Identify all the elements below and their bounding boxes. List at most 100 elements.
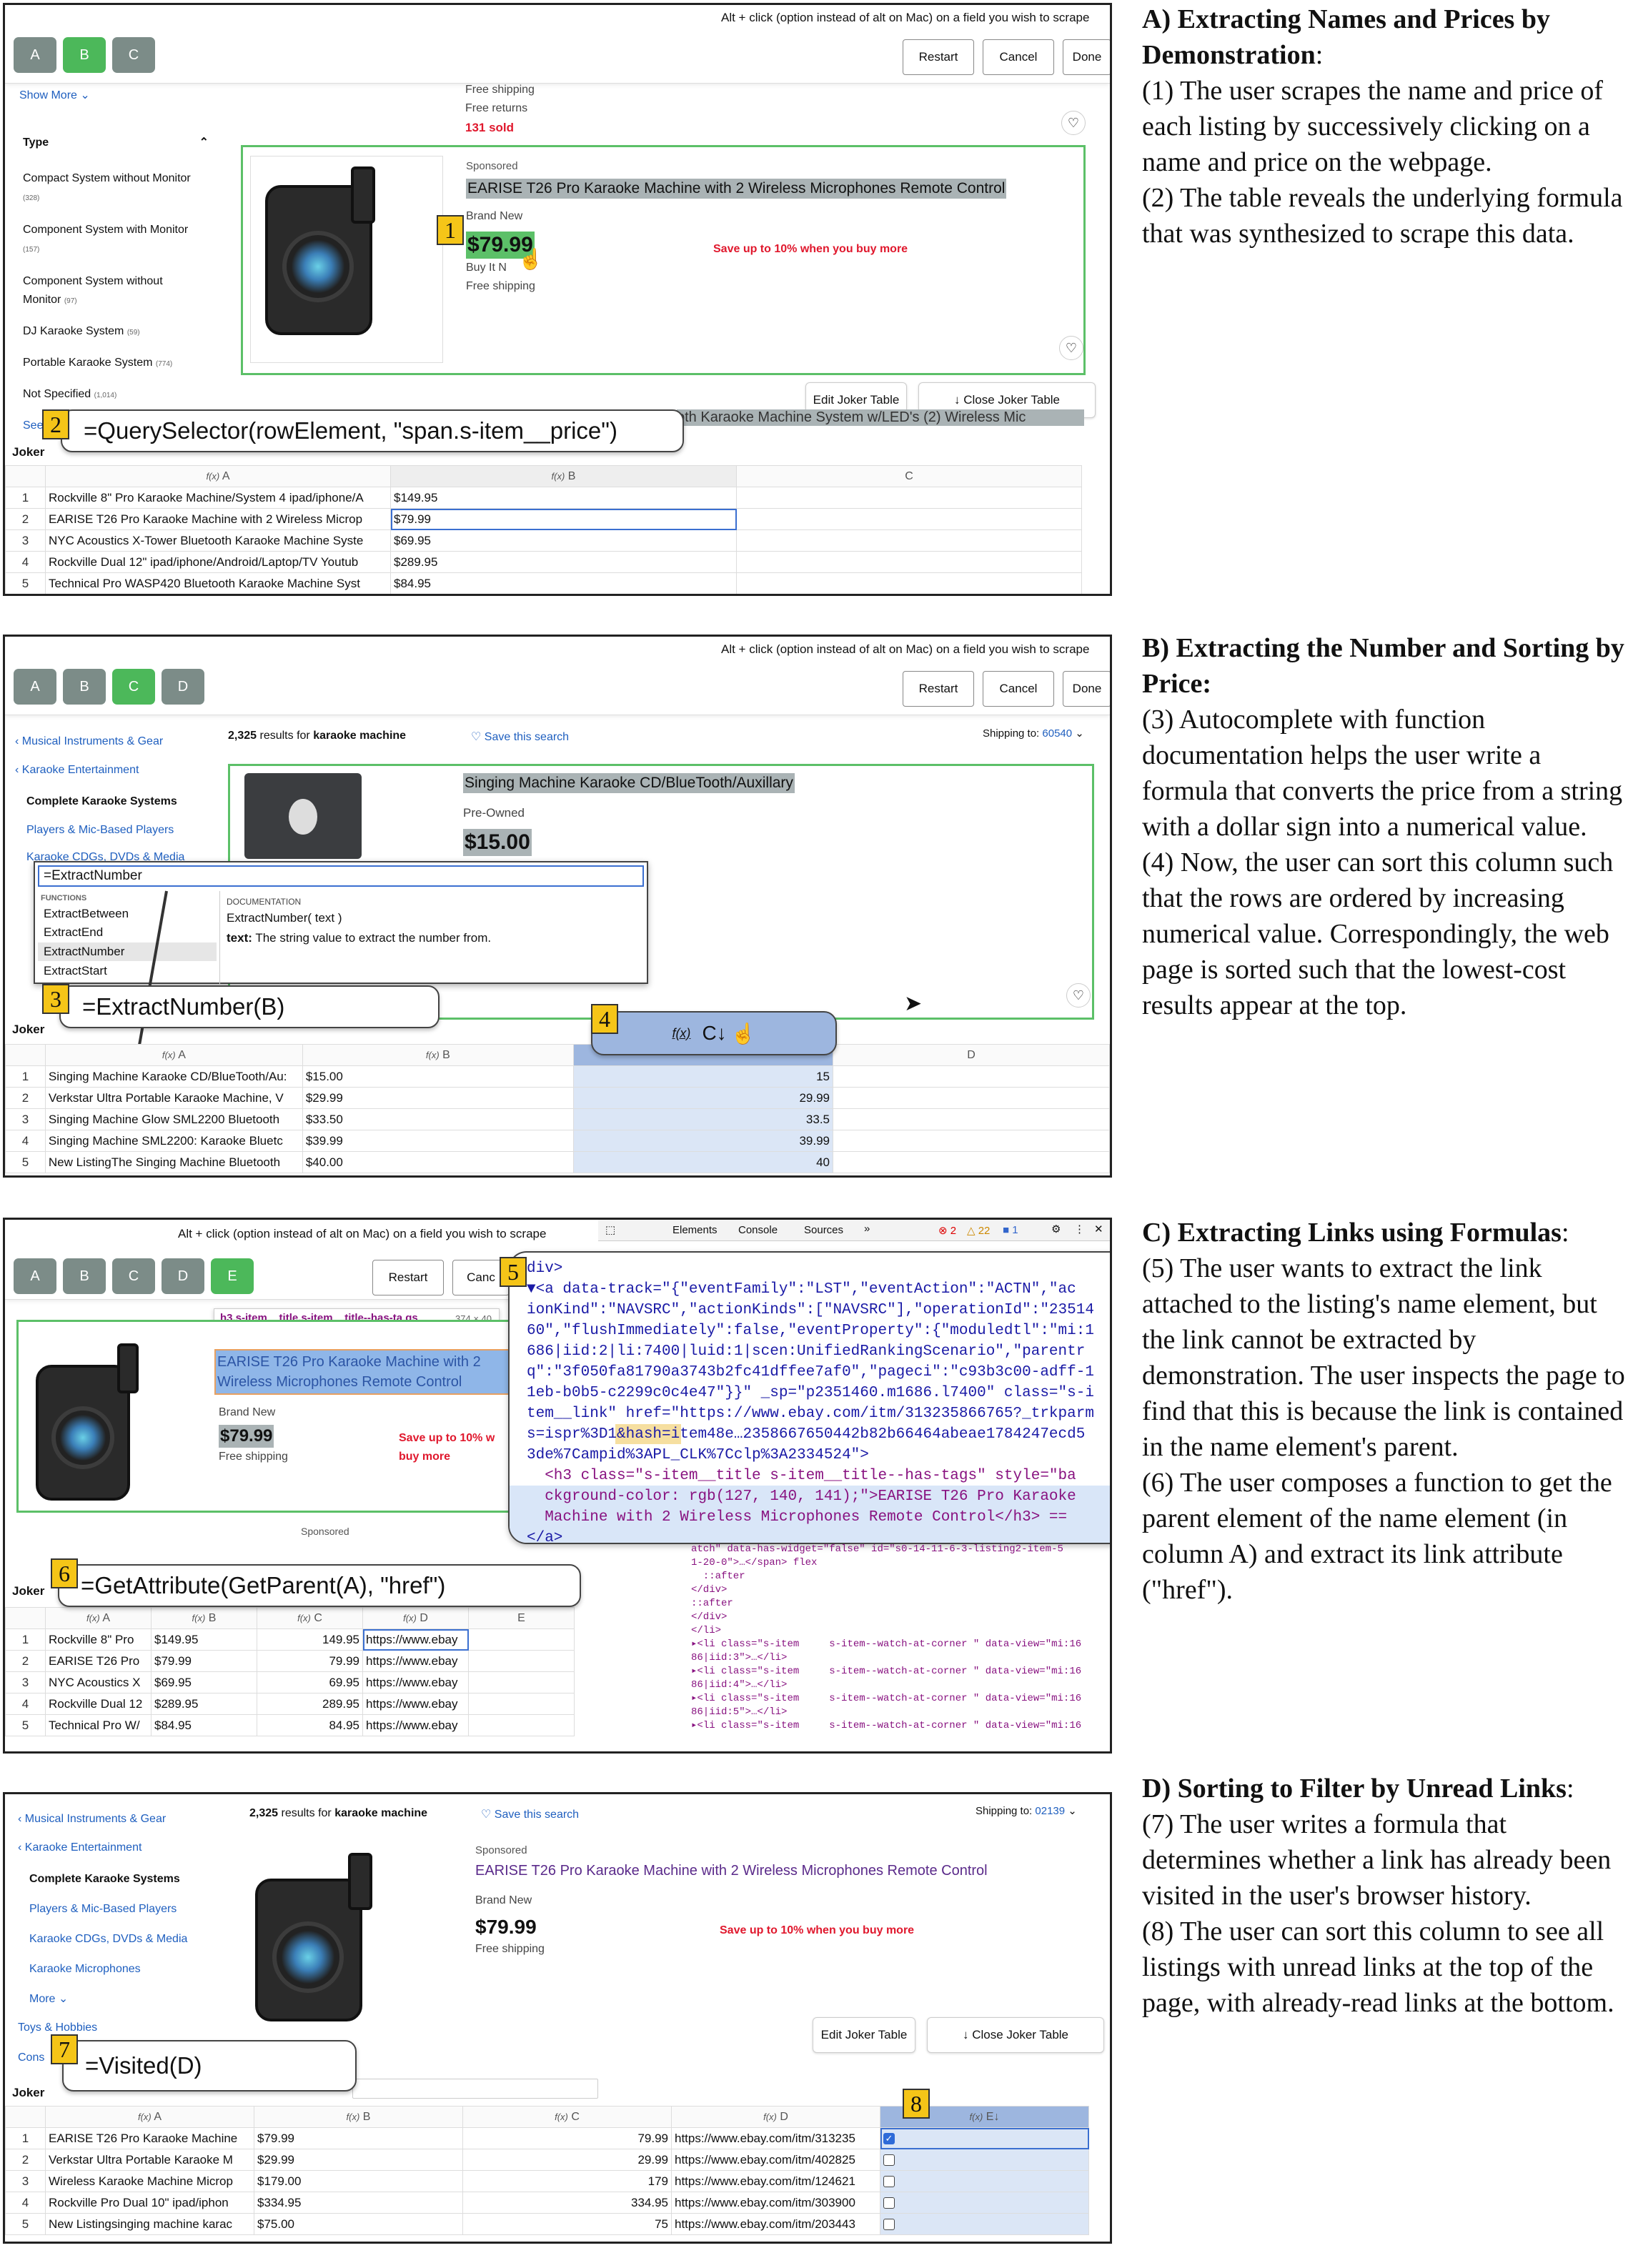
table-row[interactable]: 5 New Listingsinging machine karac $75.00 7… xyxy=(5,2213,1089,2235)
column-header-e[interactable]: E xyxy=(468,1607,575,1629)
cell[interactable]: Technical Pro WASP420 Bluetooth Karaoke … xyxy=(45,572,391,594)
filter-item[interactable]: Not Specified (1,014) xyxy=(23,385,223,405)
column-header-b[interactable]: f(x) B xyxy=(254,2106,463,2128)
save-search-link[interactable]: ♡ Save this search xyxy=(471,730,569,744)
cell[interactable]: NYC Acoustics X-Tower Bluetooth Karaoke … xyxy=(45,529,391,552)
nav-link[interactable]: ‹ Musical Instruments & Gear xyxy=(15,732,223,751)
nav-link[interactable]: ‹ Karaoke Entertainment xyxy=(15,761,223,780)
nav-link[interactable]: Toys & Hobbies xyxy=(18,2019,223,2037)
cell[interactable]: EARISE T26 Pro Karaoke Machine xyxy=(45,2127,254,2149)
listing-card[interactable]: EARISE T26 Pro Karaoke Machine with 2 Wir… xyxy=(16,1320,588,1513)
column-header-d[interactable]: D xyxy=(833,1044,1110,1066)
cell-selected[interactable]: https://www.ebay xyxy=(362,1628,469,1651)
cell[interactable]: $79.99 xyxy=(151,1650,257,1672)
cell[interactable]: $29.99 xyxy=(302,1087,574,1109)
tab-b[interactable]: B xyxy=(63,1258,106,1294)
table-row[interactable]: 2 EARISE T26 Pro Karaoke Machine with 2 W… xyxy=(5,508,1082,530)
restart-button[interactable]: Restart xyxy=(903,671,974,707)
cancel-button[interactable]: Cancel xyxy=(983,671,1054,707)
tab-a[interactable]: A xyxy=(14,669,56,705)
cell[interactable]: https://www.ebay.com/itm/313235 xyxy=(671,2127,880,2149)
formula-bar[interactable]: =ExtractNumber(B) xyxy=(59,985,440,1028)
function-option[interactable]: ExtractStart xyxy=(44,964,107,978)
tab-c[interactable]: C xyxy=(112,37,155,73)
cell[interactable]: New ListingThe Singing Machine Bluetooth xyxy=(44,1151,303,1173)
table-row[interactable]: 1 Singing Machine Karaoke CD/BlueTooth/Au… xyxy=(5,1065,1110,1088)
cell[interactable]: $149.95 xyxy=(390,487,737,509)
cell[interactable] xyxy=(468,1671,575,1693)
cell[interactable] xyxy=(468,1628,575,1651)
watch-heart-icon[interactable]: ♡ xyxy=(1066,983,1091,1008)
column-header-d[interactable]: f(x) D xyxy=(362,1607,469,1629)
formula-bar[interactable]: =GetAttribute(GetParent(A), "href") xyxy=(58,1564,581,1607)
cell[interactable] xyxy=(468,1650,575,1672)
listing-title[interactable]: EARISE T26 Pro Karaoke Machine with 2 Wir… xyxy=(214,1349,539,1395)
cell[interactable]: $69.95 xyxy=(151,1671,257,1693)
cell[interactable]: $40.00 xyxy=(302,1151,574,1173)
cell[interactable]: https://www.ebay.com/itm/303900 xyxy=(671,2192,880,2214)
filter-item[interactable]: DJ Karaoke System (59) xyxy=(23,322,223,342)
cell[interactable]: Rockville Dual 12" ipad/iphone/Android/L… xyxy=(45,551,391,573)
tab-c[interactable]: C xyxy=(112,1258,155,1294)
visited-checkbox[interactable] xyxy=(883,2197,895,2209)
devtools-tab[interactable]: » xyxy=(864,1223,870,1235)
cell[interactable]: https://www.ebay xyxy=(362,1671,469,1693)
show-more-link[interactable]: Show More ⌄ xyxy=(19,88,90,102)
listing-title[interactable]: EARISE T26 Pro Karaoke Machine with 2 Wi… xyxy=(466,179,1007,199)
cell[interactable]: Rockville Pro Dual 10" ipad/iphon xyxy=(45,2192,254,2214)
formula-bar[interactable]: =Visited(D) xyxy=(62,2040,357,2092)
nav-link[interactable]: Players & Mic-Based Players xyxy=(29,1900,223,1919)
cell[interactable]: ✓ xyxy=(880,2127,1089,2149)
cell[interactable]: Wireless Karaoke Machine Microp xyxy=(45,2170,254,2192)
cell[interactable]: Verkstar Ultra Portable Karaoke Machine,… xyxy=(44,1087,303,1109)
table-row[interactable]: 1 Rockville 8" Pro Karaoke Machine/System… xyxy=(5,487,1082,509)
listing-price[interactable]: $79.99 xyxy=(475,1916,537,1939)
filter-item[interactable]: Component System with Monitor (157) xyxy=(23,221,194,259)
cell-selected[interactable]: $79.99 xyxy=(390,508,737,530)
cell[interactable]: 79.99 xyxy=(257,1650,363,1672)
done-button[interactable]: Done xyxy=(1063,39,1110,75)
devtools-tab[interactable]: Console xyxy=(738,1224,778,1236)
cell[interactable]: 40 xyxy=(572,1151,834,1173)
cell[interactable]: 33.5 xyxy=(572,1108,834,1130)
cell[interactable] xyxy=(736,508,1082,530)
devtools-tab[interactable]: Elements xyxy=(672,1224,718,1236)
autocomplete-input[interactable]: =ExtractNumber xyxy=(38,865,644,887)
devtools-tab[interactable]: Sources xyxy=(804,1224,843,1236)
edit-joker-table-button[interactable]: Edit Joker Table xyxy=(813,2017,915,2053)
close-joker-table-button[interactable]: ↓ Close Joker Table xyxy=(927,2017,1104,2053)
cell[interactable]: 149.95 xyxy=(257,1628,363,1651)
cell[interactable]: https://www.ebay xyxy=(362,1693,469,1715)
visited-checkbox[interactable] xyxy=(883,2219,895,2231)
tab-c[interactable]: C xyxy=(112,669,155,705)
column-header-a[interactable]: f(x) A xyxy=(45,465,391,487)
cancel-button[interactable]: Cancel xyxy=(983,39,1054,75)
table-row[interactable]: 2 Verkstar Ultra Portable Karaoke M $29.99… xyxy=(5,2149,1089,2171)
column-header-a[interactable]: f(x) A xyxy=(45,2106,254,2128)
sort-header-callout[interactable]: f(x) C↓ ☝ xyxy=(591,1011,837,1055)
joker-search-input[interactable] xyxy=(352,2079,598,2099)
cell[interactable]: Rockville 8" Pro Karaoke Machine/System … xyxy=(45,487,391,509)
cell[interactable]: $289.95 xyxy=(151,1693,257,1715)
cell[interactable]: https://www.ebay xyxy=(362,1650,469,1672)
cell[interactable]: 334.95 xyxy=(462,2192,672,2214)
cell[interactable]: $179.00 xyxy=(254,2170,463,2192)
column-header-a[interactable]: f(x) A xyxy=(45,1607,152,1629)
column-header-c[interactable]: C xyxy=(736,465,1082,487)
tab-a[interactable]: A xyxy=(14,37,56,73)
table-row[interactable]: 4 Singing Machine SML2200: Karaoke Bluetc… xyxy=(5,1130,1110,1152)
inspect-icon[interactable]: ⬚ xyxy=(605,1223,615,1236)
table-row[interactable]: 5 New ListingThe Singing Machine Bluetoot… xyxy=(5,1151,1110,1173)
shipping-to[interactable]: Shipping to: 02139 ⌄ xyxy=(976,1804,1077,1817)
cell[interactable] xyxy=(880,2192,1089,2214)
cell[interactable]: $15.00 xyxy=(302,1065,574,1088)
table-row[interactable]: 4 Rockville Pro Dual 10" ipad/iphon $334.9… xyxy=(5,2192,1089,2214)
cell[interactable]: $289.95 xyxy=(390,551,737,573)
shipping-to[interactable]: Shipping to: 60540 ⌄ xyxy=(983,727,1084,740)
cell[interactable]: $29.99 xyxy=(254,2149,463,2171)
table-row[interactable]: 2 Verkstar Ultra Portable Karaoke Machine… xyxy=(5,1087,1110,1109)
cell[interactable]: 29.99 xyxy=(572,1087,834,1109)
table-row[interactable]: 5 Technical Pro W/$84.95 84.95 https://www.… xyxy=(5,1714,575,1736)
cell[interactable] xyxy=(833,1130,1110,1152)
tab-b[interactable]: B xyxy=(63,669,106,705)
